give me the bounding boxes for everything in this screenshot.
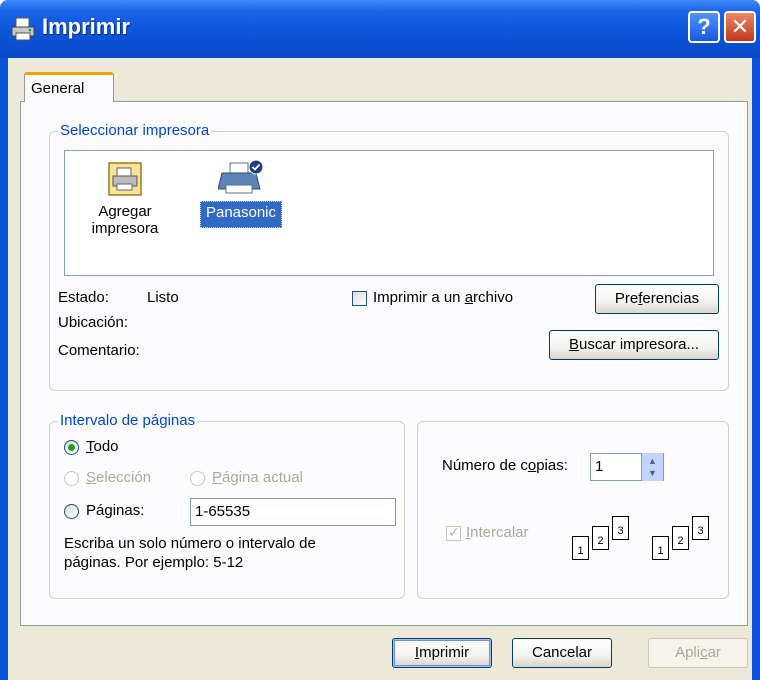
selection-label[interactable]: Selección (86, 469, 151, 486)
help-icon: ? (697, 14, 711, 39)
copies-spin-buttons[interactable]: ▲ ▼ (641, 453, 663, 481)
add-printer-icon (108, 162, 142, 196)
select-printer-legend: Seleccionar impresora (58, 122, 212, 139)
preferences-button[interactable]: Preferencias (595, 284, 719, 314)
page-range-group: Intervalo de páginas Todo Selección Pági… (49, 412, 405, 599)
collate-page: 3 (612, 516, 629, 540)
printer-item-add[interactable]: Agregar impresora (85, 161, 165, 237)
title-bar[interactable]: Imprimir ? ✕ (0, 0, 760, 58)
collate-illustration: 3 2 1 3 2 1 (568, 512, 718, 572)
dialog-body: General Seleccionar impresora Agregar im… (8, 58, 752, 680)
current-page-radio[interactable] (190, 471, 205, 486)
tab-general[interactable]: General (24, 72, 114, 102)
collate-checkbox[interactable]: ✓ (446, 524, 461, 541)
apply-button[interactable]: Aplicar (648, 638, 748, 668)
page-range-hint-2: páginas. Por ejemplo: 5-12 (64, 554, 244, 571)
panasonic-label: Panasonic (199, 201, 283, 228)
status-label: Estado: (58, 289, 109, 306)
location-label: Ubicación: (58, 314, 129, 331)
tab-panel-general: Seleccionar impresora Agregar impresora (20, 101, 748, 626)
collate-page: 2 (672, 526, 689, 550)
printer-list[interactable]: Agregar impresora Panasonic (64, 150, 714, 276)
comment-label: Comentario: (58, 342, 140, 359)
all-pages-label[interactable]: Todo (86, 438, 119, 455)
close-icon: ✕ (730, 14, 750, 39)
help-button[interactable]: ? (688, 11, 720, 43)
find-printer-button[interactable]: Buscar impresora... (549, 330, 719, 360)
pages-input[interactable]: 1-65535 (190, 498, 396, 526)
collate-label[interactable]: Intercalar (466, 524, 529, 541)
cancel-button[interactable]: Cancelar (512, 638, 612, 668)
printer-app-icon (11, 17, 35, 41)
pages-radio[interactable] (64, 504, 79, 519)
selection-radio[interactable] (64, 471, 79, 486)
spin-up-icon[interactable]: ▲ (642, 455, 663, 467)
collate-page: 2 (592, 526, 609, 550)
collate-page: 1 (572, 536, 589, 560)
copies-group: Número de copias: 1 ▲ ▼ ✓ Intercalar 3 2… (417, 421, 729, 599)
printer-item-panasonic[interactable]: Panasonic (189, 159, 293, 228)
check-icon: ✓ (448, 524, 460, 540)
select-printer-group: Seleccionar impresora Agregar impresora (49, 122, 729, 391)
window-title: Imprimir (42, 14, 131, 39)
current-page-label[interactable]: Página actual (212, 469, 303, 486)
print-to-file-label[interactable]: Imprimir a un archivo (373, 289, 513, 306)
printer-icon (218, 159, 264, 194)
print-to-file-checkbox[interactable] (352, 291, 367, 306)
status-value: Listo (147, 289, 179, 306)
collate-page: 1 (652, 536, 669, 560)
all-pages-radio[interactable] (64, 440, 79, 455)
copies-label: Número de copias: (442, 457, 568, 474)
add-printer-label-2: impresora (91, 220, 159, 237)
page-range-legend: Intervalo de páginas (58, 412, 198, 429)
add-printer-label-1: Agregar (98, 203, 152, 220)
page-range-hint-1: Escriba un solo número o intervalo de (64, 535, 316, 552)
tab-label: General (31, 80, 85, 97)
print-dialog: Imprimir ? ✕ General Seleccionar impreso… (0, 0, 760, 680)
print-button[interactable]: Imprimir (392, 638, 492, 668)
spin-down-icon[interactable]: ▼ (642, 467, 663, 479)
close-button[interactable]: ✕ (724, 11, 756, 43)
radio-selected-dot (68, 444, 75, 451)
collate-page: 3 (692, 516, 709, 540)
pages-label[interactable]: Páginas: (86, 502, 144, 519)
